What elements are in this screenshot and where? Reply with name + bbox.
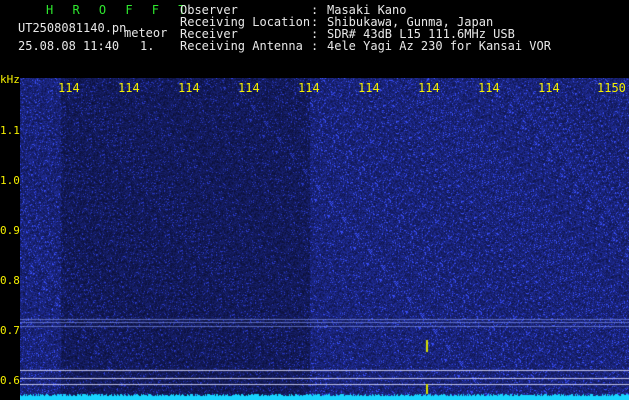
x-tick-2: 114	[118, 81, 140, 95]
antenna-value: 4ele Yagi Az 230 for Kansai VOR	[327, 39, 551, 53]
antenna-label: Receiving Antenna	[180, 39, 303, 53]
x-tick-9: 114	[538, 81, 560, 95]
x-tick-5: 114	[298, 81, 320, 95]
y-tick-2: 1.0	[0, 174, 20, 187]
meteor-count: 1.	[140, 39, 155, 53]
date-time: 25.08.08 11:40	[18, 39, 120, 53]
spectrogram-canvas	[20, 78, 629, 400]
y-tick-1: 1.1	[0, 124, 20, 137]
x-tick-10: 1150	[597, 81, 626, 95]
meteor-label: meteor	[124, 26, 168, 40]
x-tick-8: 114	[478, 81, 500, 95]
y-tick-4: 0.8	[0, 274, 20, 287]
app-title: H R O F F T	[46, 3, 192, 17]
y-tick-6: 0.6	[0, 374, 20, 387]
x-tick-4: 114	[238, 81, 260, 95]
filename: UT2508081140.pn	[18, 21, 127, 35]
frequency-unit: kHz	[0, 73, 20, 86]
x-tick-7: 114	[418, 81, 440, 95]
y-tick-3: 0.9	[0, 224, 20, 237]
x-tick-1: 114	[58, 81, 80, 95]
header-panel: H R O F F T UT2508081140.pn meteor 25.08…	[0, 0, 629, 76]
antenna-separator: :	[311, 39, 319, 53]
y-tick-5: 0.7	[0, 324, 20, 337]
x-tick-3: 114	[178, 81, 200, 95]
x-tick-6: 114	[358, 81, 380, 95]
